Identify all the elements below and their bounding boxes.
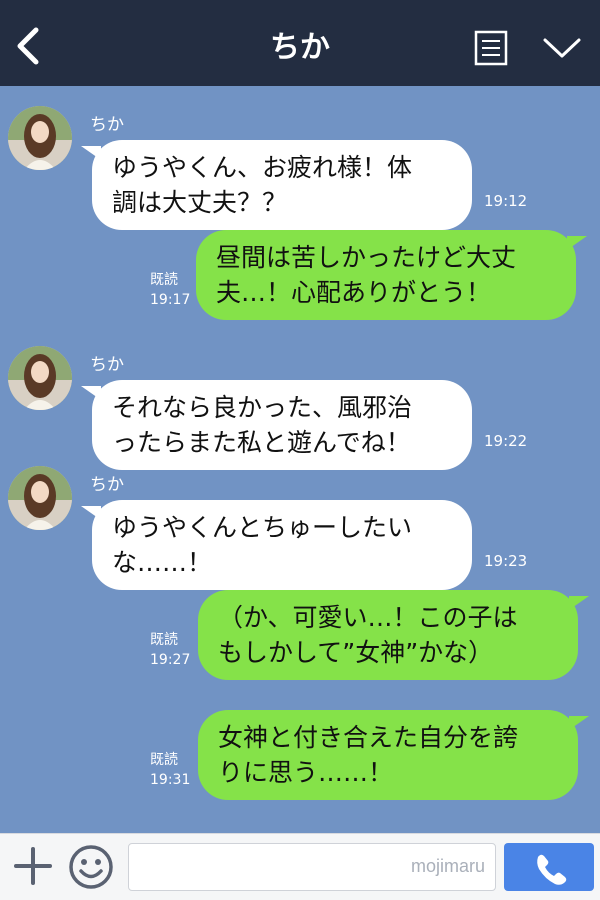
message-line: りに思う……！	[218, 758, 394, 787]
chevron-down-icon	[543, 38, 581, 58]
message-time: 19:27	[150, 652, 191, 668]
message-bubble[interactable]: 昼間は苦しかったけど大丈 夫…！心配ありがとう！	[196, 230, 587, 320]
message-line: な……！	[112, 548, 213, 577]
message-line: 女神と付き合えた自分を誇	[218, 723, 519, 752]
message-meta: 既読 19:27	[150, 630, 190, 670]
message-line: （か、可愛い…！この子は	[218, 603, 518, 632]
message-input[interactable]: mojimaru	[128, 843, 496, 891]
message-meta: 既読 19:31	[150, 750, 190, 790]
avatar-photo	[8, 346, 72, 410]
avatar-photo	[8, 106, 72, 170]
message-line: ったらまた私と遊んでね！	[112, 428, 411, 457]
message-line: ゆうやくんとちゅーしたい	[112, 513, 413, 542]
message-bubble[interactable]: ゆうやくん、お疲れ様！体 調は大丈夫？？	[81, 140, 472, 230]
input-bar: mojimaru	[0, 833, 600, 900]
message-line: 夫…！心配ありがとう！	[216, 278, 492, 307]
plus-icon	[14, 847, 52, 885]
read-receipt: 既読	[150, 272, 178, 288]
message-line: 昼間は苦しかったけど大丈	[216, 243, 517, 272]
message-bubble[interactable]: ゆうやくんとちゅーしたい な……！	[81, 500, 472, 590]
sender-name: ちか	[90, 115, 124, 135]
read-receipt: 既読	[150, 752, 178, 768]
expand-button[interactable]	[542, 36, 582, 60]
avatar[interactable]	[8, 106, 72, 170]
message-time: 19:22	[484, 432, 528, 450]
sender-name: ちか	[90, 475, 124, 495]
message-line: 調は大丈夫？？	[112, 188, 288, 217]
emoji-button[interactable]	[68, 844, 114, 890]
add-button[interactable]	[12, 845, 54, 887]
message-line: ゆうやくん、お疲れ様！体	[112, 153, 413, 182]
avatar[interactable]	[8, 346, 72, 410]
avatar[interactable]	[8, 466, 72, 530]
message-meta: 既読 19:17	[150, 270, 190, 310]
watermark: mojimaru	[410, 856, 485, 876]
avatar-photo	[8, 466, 72, 530]
message-time: 19:12	[484, 192, 528, 210]
smiley-icon	[69, 845, 113, 889]
message-time: 19:23	[484, 552, 528, 570]
phone-icon	[537, 854, 567, 885]
message-line: もしかして”女神”かな）	[218, 638, 494, 667]
message-bubble[interactable]: 女神と付き合えた自分を誇 りに思う……！	[198, 710, 589, 800]
message-time: 19:31	[150, 772, 191, 788]
call-button[interactable]	[504, 843, 594, 891]
message-time: 19:17	[150, 292, 191, 308]
menu-button[interactable]	[474, 30, 508, 66]
message-line: それなら良かった、風邪治	[112, 393, 413, 422]
chat-header: ちか	[0, 0, 600, 86]
chat-title: ちか	[270, 30, 330, 65]
read-receipt: 既読	[150, 632, 178, 648]
list-icon	[474, 30, 508, 66]
sender-name: ちか	[90, 355, 124, 375]
message-bubble[interactable]: （か、可愛い…！この子は もしかして”女神”かな）	[198, 590, 589, 680]
message-bubble[interactable]: それなら良かった、風邪治 ったらまた私と遊んでね！	[81, 380, 472, 470]
